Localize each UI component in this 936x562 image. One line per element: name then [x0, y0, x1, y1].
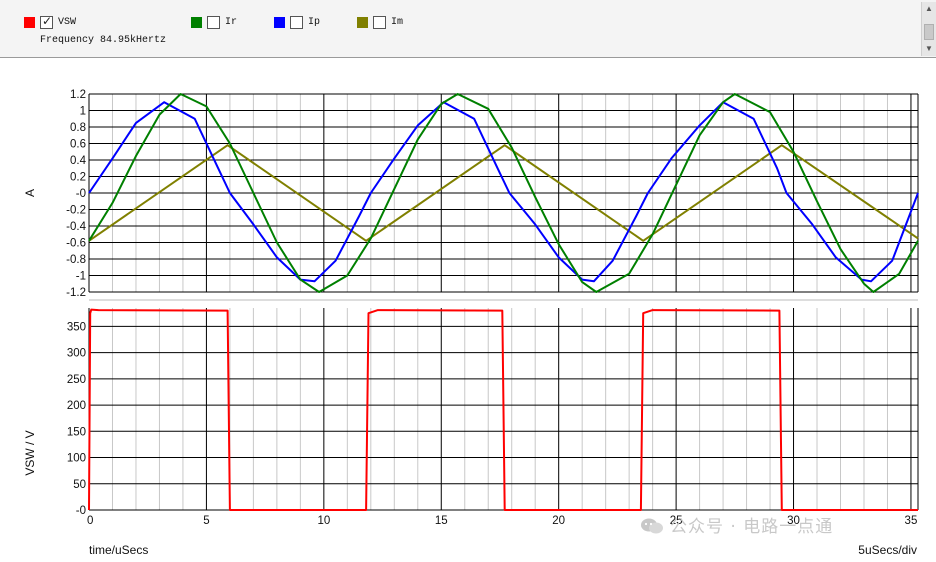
scroll-down-icon[interactable]: ▼	[924, 44, 934, 54]
legend-label: Ip	[308, 17, 321, 28]
check-mark-icon: ✓	[42, 14, 53, 28]
legend-label: Im	[391, 17, 404, 28]
visibility-checkbox[interactable]	[290, 16, 303, 29]
y-tick-label: -0.8	[66, 254, 86, 266]
watermark-text: 公众号 · 电路一点通	[670, 517, 834, 537]
visibility-checkbox[interactable]	[373, 16, 386, 29]
scroll-up-icon[interactable]: ▲	[924, 4, 934, 14]
x-tick-label: 5	[203, 515, 209, 527]
y-tick-label: 0.4	[70, 155, 87, 167]
frequency-readout: Frequency 84.95kHertz	[40, 35, 167, 46]
y-tick-label: 200	[67, 400, 86, 412]
y-tick-label: -0	[76, 188, 86, 200]
y-tick-label: -1	[76, 271, 86, 283]
y-tick-label: 150	[67, 426, 86, 438]
y-tick-label: 1.2	[70, 89, 86, 101]
y-tick-label: 1	[80, 106, 86, 118]
legend-item-vsw[interactable]: ✓ VSW	[24, 14, 164, 31]
legend-item-ip[interactable]: Ip	[274, 16, 344, 31]
visibility-checkbox[interactable]: ✓	[40, 14, 53, 29]
y-tick-label: -0.4	[66, 221, 86, 233]
legend-item-im[interactable]: Im	[357, 16, 427, 31]
top-plot-y-ticks: 1.2 1 0.8 0.6 0.4 0.2 -0 -0.2 -0.4 -0.6 -0.8 -1 -1.2	[66, 89, 86, 299]
x-tick-label: 0	[87, 515, 93, 527]
color-swatch	[357, 17, 368, 28]
y-tick-label: -0.2	[66, 205, 86, 217]
color-swatch	[191, 17, 202, 28]
top-y-axis-label: A	[23, 189, 37, 197]
color-swatch	[24, 17, 35, 28]
legend-label: VSW	[58, 17, 77, 28]
legend-scrollbar[interactable]: ▲ ▼	[921, 2, 936, 56]
y-tick-label: 0.8	[70, 122, 86, 134]
bottom-plot-y-ticks: 350 300 250 200 150 100 50 -0	[67, 321, 86, 517]
watermark: 公众号 · 电路一点通	[640, 512, 833, 537]
y-tick-label: 250	[67, 374, 86, 386]
y-tick-label: -0.6	[66, 238, 86, 250]
bottom-y-axis-label: VSW / V	[23, 430, 37, 475]
x-tick-label: 10	[317, 515, 330, 527]
x-tick-label: 20	[552, 515, 565, 527]
top-plot-grid	[88, 93, 919, 293]
x-axis-label: time/uSecs	[89, 543, 148, 557]
y-tick-label: 0.6	[70, 139, 86, 151]
visibility-checkbox[interactable]	[207, 16, 220, 29]
y-tick-label: 100	[67, 453, 86, 465]
y-tick-label: 350	[67, 321, 86, 333]
y-tick-label: -0	[76, 505, 86, 517]
color-swatch	[274, 17, 285, 28]
y-tick-label: -1.2	[66, 287, 86, 299]
legend-item-ir[interactable]: Ir	[191, 16, 261, 31]
x-tick-label: 35	[905, 515, 918, 527]
legend-panel: ✓ VSW Ir Ip Im Frequency 84.95kHertz ▲ ▼	[0, 0, 936, 58]
x-tick-label: 15	[435, 515, 448, 527]
y-tick-label: 300	[67, 348, 86, 360]
scroll-thumb[interactable]	[924, 24, 934, 40]
plot-area: 1.2 1 0.8 0.6 0.4 0.2 -0 -0.2 -0.4 -0.6 -0.8 -1 -1.2…	[23, 89, 919, 557]
y-tick-label: 0.2	[70, 172, 86, 184]
wechat-icon	[641, 518, 663, 534]
y-tick-label: 50	[73, 479, 86, 491]
x-scale-note: 5uSecs/div	[858, 543, 917, 557]
legend-label: Ir	[225, 17, 238, 28]
